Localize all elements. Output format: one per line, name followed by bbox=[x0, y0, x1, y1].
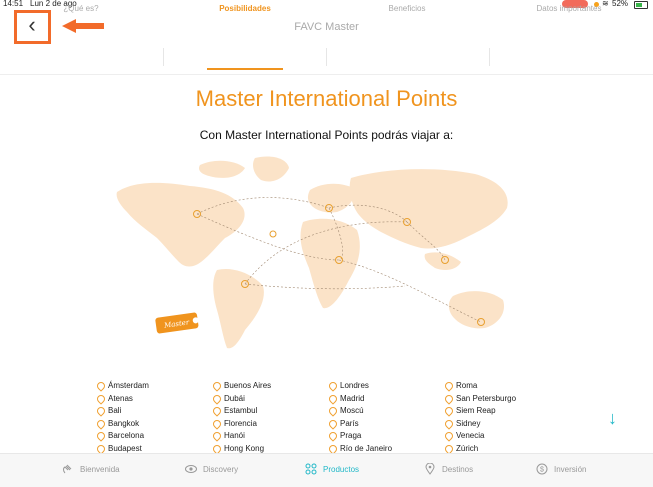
tab-bar-border bbox=[0, 74, 653, 75]
map-pin-icon bbox=[327, 418, 339, 430]
map-pin-icon bbox=[443, 380, 455, 392]
city-item: Atenas bbox=[95, 392, 205, 406]
map-pin-icon bbox=[211, 418, 223, 430]
city-column: Roma San Petersburgo Siem Reap Sidney Ve… bbox=[443, 380, 553, 456]
section-subtitle: Con Master International Points podrás v… bbox=[199, 128, 454, 142]
hand-wave-icon bbox=[63, 464, 72, 474]
section-heading: Master International Points bbox=[195, 86, 458, 111]
nav-discovery[interactable]: Discovery bbox=[185, 463, 238, 475]
map-pin-icon bbox=[425, 463, 435, 475]
city-item: París bbox=[327, 418, 437, 431]
nav-bienvenida[interactable]: Bienvenida bbox=[62, 463, 120, 475]
dollar-icon: $ bbox=[536, 463, 548, 475]
svg-text:$: $ bbox=[540, 467, 544, 474]
city-item: Hanói bbox=[211, 430, 321, 443]
battery-icon bbox=[634, 1, 648, 9]
city-item: Londres bbox=[327, 380, 437, 393]
city-item: Roma bbox=[443, 380, 553, 393]
map-pin-icon bbox=[95, 430, 107, 443]
city-column: Buenos Aires Dubái Estambul Florencia Ha… bbox=[211, 380, 321, 456]
map-pin-icon bbox=[443, 405, 455, 417]
map-pin-icon bbox=[327, 405, 339, 417]
tab-divider bbox=[326, 48, 327, 66]
map-pin-icon bbox=[443, 392, 455, 405]
grid-icon bbox=[305, 463, 317, 475]
world-map-illustration: Master bbox=[116, 156, 508, 349]
map-pin-icon bbox=[443, 430, 455, 443]
page-title: FAVC Master bbox=[294, 21, 359, 33]
tab-que-es[interactable]: ¿Qué es? bbox=[20, 4, 142, 13]
map-pin-icon bbox=[95, 380, 107, 392]
eye-icon bbox=[185, 465, 197, 473]
city-item: Venecia bbox=[443, 430, 553, 443]
city-item: Estambul bbox=[211, 405, 321, 418]
city-item: Sidney bbox=[443, 418, 553, 431]
city-column: Ámsterdam Atenas Bali Bangkok Barcelona … bbox=[95, 380, 205, 456]
bottom-nav-bar: Bienvenida Discovery Productos Destinos … bbox=[0, 453, 653, 487]
map-pin-icon bbox=[95, 405, 107, 417]
map-pin-icon bbox=[327, 430, 339, 443]
city-item: Praga bbox=[327, 430, 437, 443]
map-pin-icon bbox=[211, 392, 223, 405]
map-pin-icon bbox=[95, 418, 107, 430]
city-item: Buenos Aires bbox=[211, 380, 321, 393]
nav-productos[interactable]: Productos bbox=[305, 463, 359, 475]
nav-inversion[interactable]: $ Inversión bbox=[536, 463, 586, 475]
map-pin-icon bbox=[95, 392, 107, 405]
map-pin-icon bbox=[327, 392, 339, 405]
city-item: Moscú bbox=[327, 405, 437, 418]
city-item: Florencia bbox=[211, 418, 321, 431]
tab-posibilidades[interactable]: Posibilidades bbox=[184, 4, 306, 13]
tab-datos-importantes[interactable]: Datos importantes bbox=[508, 4, 630, 13]
scroll-down-arrow-icon[interactable]: ↓ bbox=[608, 408, 617, 429]
tab-divider bbox=[489, 48, 490, 66]
map-pin-icon bbox=[211, 405, 223, 417]
city-list: Ámsterdam Atenas Bali Bangkok Barcelona … bbox=[95, 380, 575, 456]
map-pin-icon bbox=[211, 380, 223, 392]
city-item: Madrid bbox=[327, 392, 437, 406]
city-item: San Petersburgo bbox=[443, 392, 553, 406]
city-item: Bangkok bbox=[95, 418, 205, 431]
active-tab-indicator bbox=[207, 68, 283, 70]
city-item: Dubái bbox=[211, 392, 321, 406]
city-item: Siem Reap bbox=[443, 405, 553, 418]
city-item: Bali bbox=[95, 405, 205, 418]
map-pin-icon bbox=[211, 430, 223, 443]
tab-divider bbox=[163, 48, 164, 66]
map-pin-icon bbox=[443, 418, 455, 430]
city-item: Barcelona bbox=[95, 430, 205, 443]
nav-destinos[interactable]: Destinos bbox=[424, 463, 473, 475]
city-column: Londres Madrid Moscú París Praga Río de … bbox=[327, 380, 437, 456]
tab-beneficios[interactable]: Beneficios bbox=[346, 4, 468, 13]
city-item: Ámsterdam bbox=[95, 380, 205, 393]
map-pin-icon bbox=[327, 380, 339, 392]
